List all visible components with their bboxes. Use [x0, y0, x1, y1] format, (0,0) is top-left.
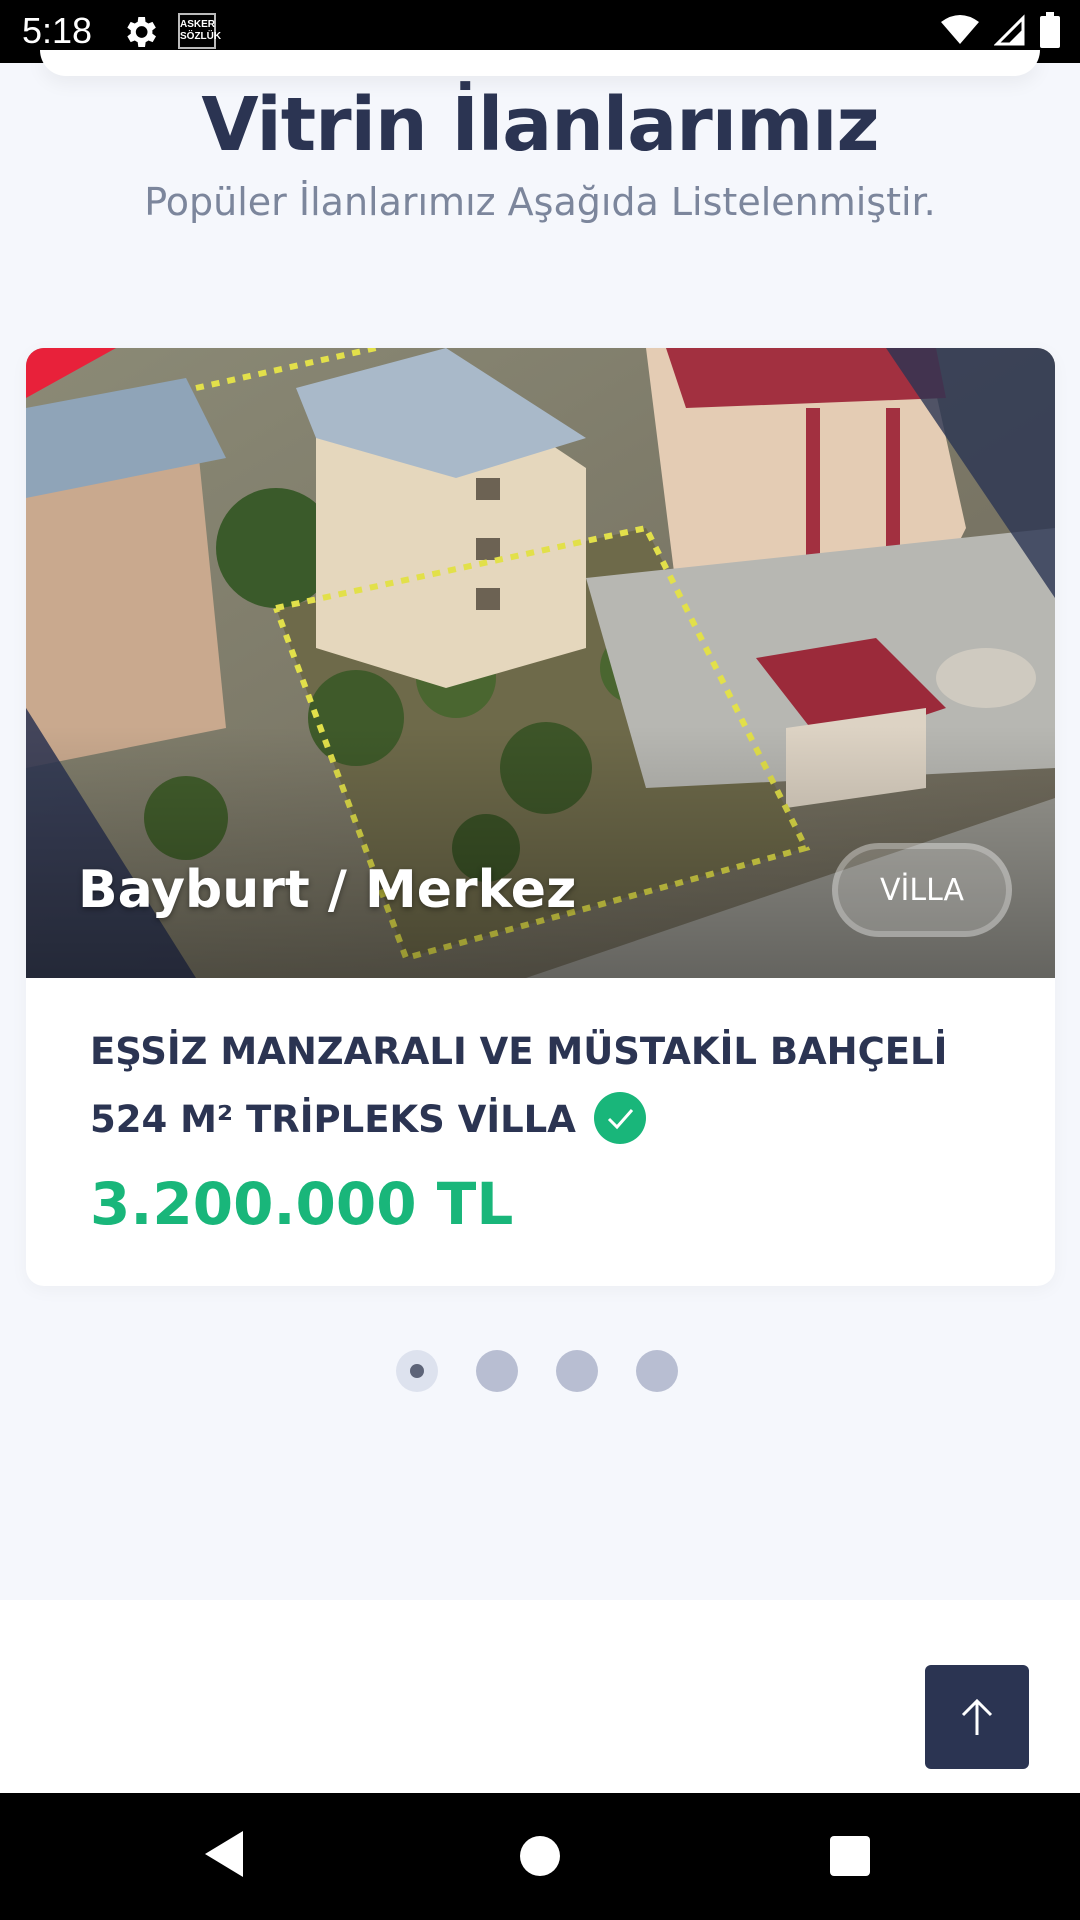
back-icon[interactable] — [205, 1831, 245, 1877]
recent-apps-icon[interactable] — [830, 1836, 870, 1876]
listing-title[interactable]: EŞSİZ MANZARALI VE MÜSTAKİL BAHÇELİ 524 … — [90, 1018, 990, 1154]
home-icon[interactable] — [520, 1836, 560, 1876]
listing-title-text[interactable]: EŞSİZ MANZARALI VE MÜSTAKİL BAHÇELİ 524 … — [90, 1030, 947, 1141]
battery-icon — [1040, 12, 1060, 48]
pager-dot-1[interactable] — [396, 1350, 438, 1392]
arrow-up-icon — [961, 1698, 993, 1735]
listing-card[interactable]: Bayburt / Merkez VİLLA EŞSİZ MANZARALI V… — [26, 348, 1055, 1286]
footer-area — [0, 1600, 1080, 1793]
listing-location: Bayburt / Merkez — [78, 860, 577, 920]
carousel-pager — [396, 1350, 678, 1392]
listing-photo[interactable]: Bayburt / Merkez VİLLA — [26, 348, 1055, 978]
section-title: Vitrin İlanlarımız — [201, 82, 879, 168]
pager-dot-4[interactable] — [636, 1350, 678, 1392]
navigation-bar — [0, 1793, 1080, 1920]
app-notification-icon: ASKER SÖZLÜK — [178, 13, 222, 49]
signal-icon — [994, 14, 1025, 46]
pager-dot-2[interactable] — [476, 1350, 518, 1392]
gear-icon — [127, 17, 156, 47]
section-subtitle: Popüler İlanlarımız Aşağıda Listelenmişt… — [144, 180, 936, 224]
badge-line-2: SÖZLÜK — [180, 31, 222, 42]
status-icons — [940, 12, 1060, 48]
previous-card-edge — [40, 50, 1040, 76]
status-time: 5:18 — [22, 10, 93, 51]
scroll-to-top-button[interactable] — [925, 1665, 1029, 1769]
wifi-icon — [941, 15, 979, 44]
check-circle-icon — [593, 1091, 646, 1144]
badge-line-1: ASKER — [180, 19, 216, 30]
listing-type-badge: VİLLA — [832, 843, 1012, 937]
listing-price: 3.200.000 TL — [90, 1170, 514, 1238]
pager-dot-3[interactable] — [556, 1350, 598, 1392]
